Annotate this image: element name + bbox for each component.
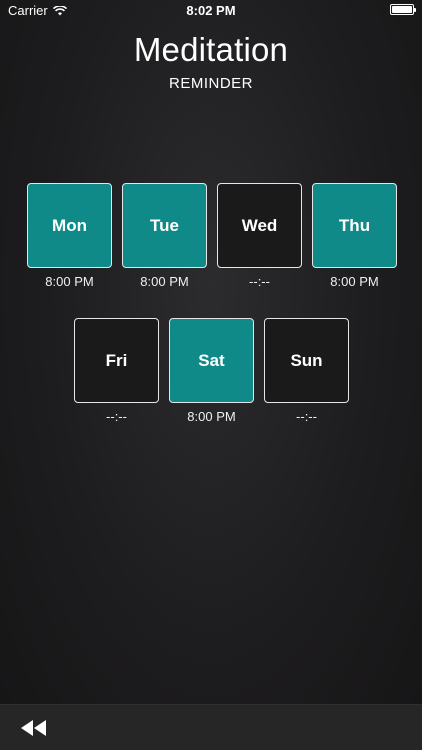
day-tile-sun[interactable]: Sun [264, 318, 349, 403]
day-sun: Sun --:-- [264, 318, 349, 424]
day-time-sun: --:-- [296, 409, 317, 424]
day-time-sat: 8:00 PM [187, 409, 236, 424]
day-tile-wed[interactable]: Wed [217, 183, 302, 268]
day-time-wed: --:-- [249, 274, 270, 289]
day-tue: Tue 8:00 PM [122, 183, 207, 289]
day-mon: Mon 8:00 PM [27, 183, 112, 289]
rewind-icon[interactable] [20, 719, 48, 737]
day-thu: Thu 8:00 PM [312, 183, 397, 289]
day-time-fri: --:-- [106, 409, 127, 424]
page-subtitle: REMINDER [168, 75, 253, 92]
day-wed: Wed --:-- [217, 183, 302, 289]
day-fri: Fri --:-- [74, 318, 159, 424]
day-sat: Sat 8:00 PM [169, 318, 254, 424]
day-time-thu: 8:00 PM [330, 274, 379, 289]
day-time-mon: 8:00 PM [45, 274, 94, 289]
bottom-toolbar [0, 704, 422, 750]
page-title: Meditation [133, 31, 289, 68]
day-tile-thu[interactable]: Thu [312, 183, 397, 268]
status-bar: Carrier 8:02 PM [0, 0, 422, 22]
day-tile-tue[interactable]: Tue [122, 183, 207, 268]
day-tile-sat[interactable]: Sat [169, 318, 254, 403]
day-tile-fri[interactable]: Fri [74, 318, 159, 403]
day-time-tue: 8:00 PM [140, 274, 189, 289]
battery-icon [390, 4, 416, 15]
status-time: 8:02 PM [186, 3, 236, 18]
day-tile-mon[interactable]: Mon [27, 183, 112, 268]
